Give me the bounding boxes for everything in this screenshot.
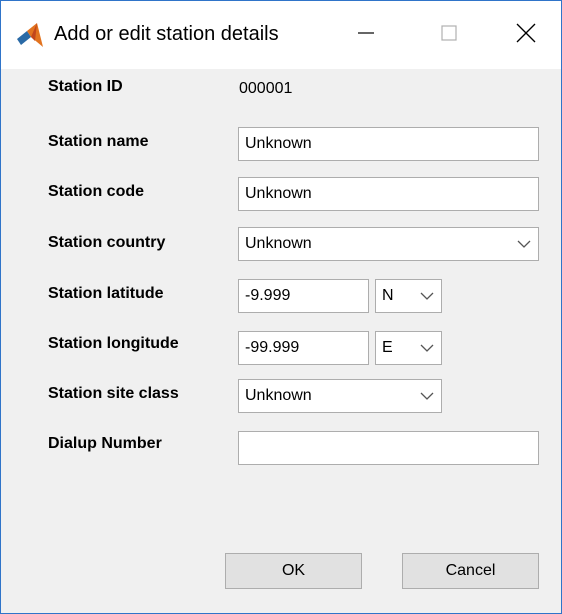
title-bar[interactable]: Add or edit station details	[1, 1, 561, 69]
latitude-hemisphere-value: N	[382, 287, 394, 304]
chevron-down-icon	[413, 380, 441, 412]
ok-button[interactable]: OK	[225, 553, 362, 589]
station-site-class-label: Station site class	[48, 385, 179, 402]
station-name-label: Station name	[48, 133, 149, 150]
longitude-hemisphere-select[interactable]: E	[375, 331, 442, 365]
maximize-icon	[439, 23, 459, 48]
station-id-value: 000001	[239, 80, 293, 97]
chevron-down-icon	[510, 228, 538, 260]
station-site-class-select[interactable]: Unknown	[238, 379, 442, 413]
station-country-value: Unknown	[245, 235, 312, 252]
station-country-label: Station country	[48, 234, 166, 251]
minimize-button[interactable]	[341, 15, 391, 55]
station-latitude-input[interactable]: -9.999	[238, 279, 369, 313]
matlab-logo-icon	[15, 21, 45, 49]
dialog-window: Add or edit station details Station ID 0…	[0, 0, 562, 614]
close-button[interactable]	[501, 15, 551, 55]
station-country-select[interactable]: Unknown	[238, 227, 539, 261]
maximize-button[interactable]	[424, 15, 474, 55]
dialup-number-label: Dialup Number	[48, 435, 162, 452]
station-longitude-input[interactable]: -99.999	[238, 331, 369, 365]
station-latitude-label: Station latitude	[48, 285, 164, 302]
close-icon	[515, 22, 537, 49]
dialup-number-input[interactable]	[238, 431, 539, 465]
station-longitude-label: Station longitude	[48, 335, 179, 352]
station-code-label: Station code	[48, 183, 145, 200]
station-name-input[interactable]: Unknown	[238, 127, 539, 161]
chevron-down-icon	[413, 332, 441, 364]
station-code-input[interactable]: Unknown	[238, 177, 539, 211]
chevron-down-icon	[413, 280, 441, 312]
longitude-hemisphere-value: E	[382, 339, 393, 356]
cancel-button[interactable]: Cancel	[402, 553, 539, 589]
latitude-hemisphere-select[interactable]: N	[375, 279, 442, 313]
form-area: Station ID 000001 Station name Unknown S…	[1, 69, 561, 613]
station-site-class-value: Unknown	[245, 387, 312, 404]
window-title: Add or edit station details	[54, 23, 279, 45]
minimize-icon	[356, 23, 376, 48]
station-id-label: Station ID	[48, 78, 123, 95]
